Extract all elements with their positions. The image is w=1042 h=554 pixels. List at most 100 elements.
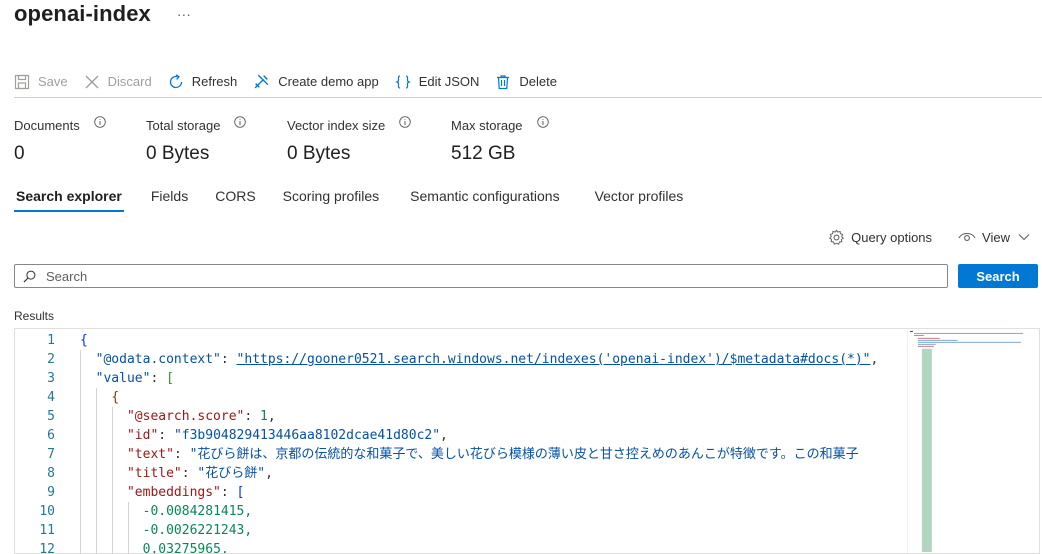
line-number: 1 (47, 333, 55, 348)
refresh-label: Refresh (191, 74, 238, 89)
json-key-embeddings: "embeddings" (126, 485, 221, 500)
stat-documents: Documents 0 (14, 116, 106, 165)
stat-label: Total storage (146, 118, 221, 133)
stat-label: Max storage (451, 118, 523, 133)
info-icon[interactable] (536, 116, 549, 128)
line-number: 8 (47, 466, 55, 481)
json-key-value: "value" (95, 371, 151, 386)
json-key-title: "title" (126, 466, 182, 481)
tab-vector-profiles[interactable]: Vector profiles (595, 182, 684, 212)
eye-icon (958, 232, 976, 241)
json-value-id: "f3b904829413446aa8102dcae41d80c2" (173, 428, 441, 443)
line-number: 3 (47, 371, 55, 386)
json-key-score: "@search.score" (126, 409, 245, 424)
search-icon (23, 270, 36, 282)
code-line: 11 -0.0026221243, (15, 521, 907, 540)
line-number: 11 (39, 523, 55, 538)
line-number: 4 (47, 390, 55, 405)
search-button[interactable]: Search (958, 264, 1038, 288)
view-label: View (982, 229, 1010, 245)
line-number: 7 (47, 447, 55, 462)
json-embedding-value: -0.0084281415, (142, 504, 253, 519)
search-input[interactable] (46, 268, 947, 284)
line-number: 2 (47, 352, 55, 367)
edit-json-button[interactable]: Edit JSON (394, 67, 480, 97)
tab-bar: Search explorer Fields CORS Scoring prof… (14, 182, 710, 214)
discard-button[interactable]: Discard (84, 67, 152, 97)
odata-context-link[interactable]: "https://gooner0521.search.windows.net/i… (237, 352, 871, 367)
tab-scoring-profiles[interactable]: Scoring profiles (283, 182, 380, 212)
tab-semantic-configurations[interactable]: Semantic configurations (410, 182, 559, 212)
stat-value: 0 (14, 143, 25, 164)
delete-button[interactable]: Delete (495, 67, 557, 97)
edit-json-label: Edit JSON (418, 74, 480, 89)
view-dropdown[interactable]: View (958, 230, 1030, 245)
create-demo-label: Create demo app (278, 74, 379, 89)
json-embedding-value: -0.0026221243, (142, 523, 253, 538)
discard-label: Discard (107, 74, 152, 89)
code-line: 4 { (15, 388, 907, 407)
stat-value: 0 Bytes (287, 143, 351, 164)
info-icon[interactable] (93, 116, 106, 128)
stat-value: 0 Bytes (146, 143, 210, 164)
code-line: 8 "title": "花びら餅", (15, 464, 907, 483)
code-line: 3 "value": [ (15, 369, 907, 388)
query-options-button[interactable]: Query options (828, 228, 933, 246)
tab-fields[interactable]: Fields (151, 182, 188, 212)
refresh-button[interactable]: Refresh (168, 67, 238, 97)
json-value-title: "花びら餅" (197, 466, 266, 481)
code-line: 6 "id": "f3b904829413446aa8102dcae41d80c… (15, 426, 907, 445)
tab-search-explorer[interactable]: Search explorer (14, 182, 124, 212)
code-minimap[interactable] (907, 329, 1025, 554)
stat-max-storage: Max storage 512 GB (451, 116, 549, 165)
code-line: 7 "text": "花びら餅は、京都の伝統的な和菓子で、美しい花びら模様の薄い… (15, 445, 907, 464)
close-icon (85, 75, 99, 88)
stat-vector-index-size: Vector index size 0 Bytes (287, 116, 412, 165)
json-embedding-value: 0.03275965, (142, 542, 229, 554)
info-icon[interactable] (234, 116, 247, 128)
line-number: 5 (47, 409, 55, 424)
code-line: 12 0.03275965, (15, 540, 907, 554)
tab-cors[interactable]: CORS (215, 182, 255, 212)
json-value-text: "花びら餅は、京都の伝統的な和菓子で、美しい花びら模様の薄い皮と甘さ控えめのあん… (189, 447, 859, 462)
delete-label: Delete (519, 74, 557, 89)
stat-label: Vector index size (287, 118, 386, 133)
line-number: 12 (39, 542, 55, 554)
results-json-editor[interactable]: 1{ 2 "@odata.context": "https://gooner05… (14, 328, 1040, 554)
more-options-button[interactable]: ··· (177, 7, 191, 21)
line-number: 6 (47, 428, 55, 443)
save-icon (14, 74, 30, 89)
json-key-odata: "@odata.context" (95, 352, 221, 367)
title-row: openai-index ··· (14, 0, 191, 28)
trash-icon (497, 74, 510, 89)
stat-label: Documents (14, 118, 80, 133)
page-title: openai-index (14, 1, 151, 26)
tools-icon (254, 74, 269, 89)
json-key-text: "text" (126, 447, 174, 462)
stat-total-storage: Total storage 0 Bytes (146, 116, 247, 165)
chevron-down-icon (1018, 234, 1030, 241)
create-demo-app-button[interactable]: Create demo app (253, 67, 379, 97)
save-label: Save (38, 74, 68, 89)
code-lines: 1{ 2 "@odata.context": "https://gooner05… (15, 331, 907, 554)
query-options-label: Query options (851, 229, 933, 245)
stat-value: 512 GB (451, 143, 516, 164)
results-label: Results (14, 309, 55, 323)
json-value-score: 1 (260, 409, 268, 424)
explorer-options: Query options View (802, 226, 1030, 248)
code-line: 10 -0.0084281415, (15, 502, 907, 521)
code-line: 5 "@search.score": 1, (15, 407, 907, 426)
braces-icon (394, 74, 411, 89)
code-line: 9 "embeddings": [ (15, 483, 907, 502)
code-line: 2 "@odata.context": "https://gooner0521.… (15, 350, 907, 369)
refresh-icon (169, 73, 182, 88)
save-button[interactable]: Save (14, 67, 68, 97)
code-line: 1{ (15, 331, 907, 350)
gear-icon (829, 228, 845, 245)
line-number: 10 (39, 504, 55, 519)
info-icon[interactable] (399, 116, 412, 128)
line-number: 9 (47, 485, 55, 500)
command-bar: Save Discard Refresh Create demo app Edi… (14, 66, 1042, 98)
search-box (14, 264, 948, 288)
json-key-id: "id" (126, 428, 159, 443)
